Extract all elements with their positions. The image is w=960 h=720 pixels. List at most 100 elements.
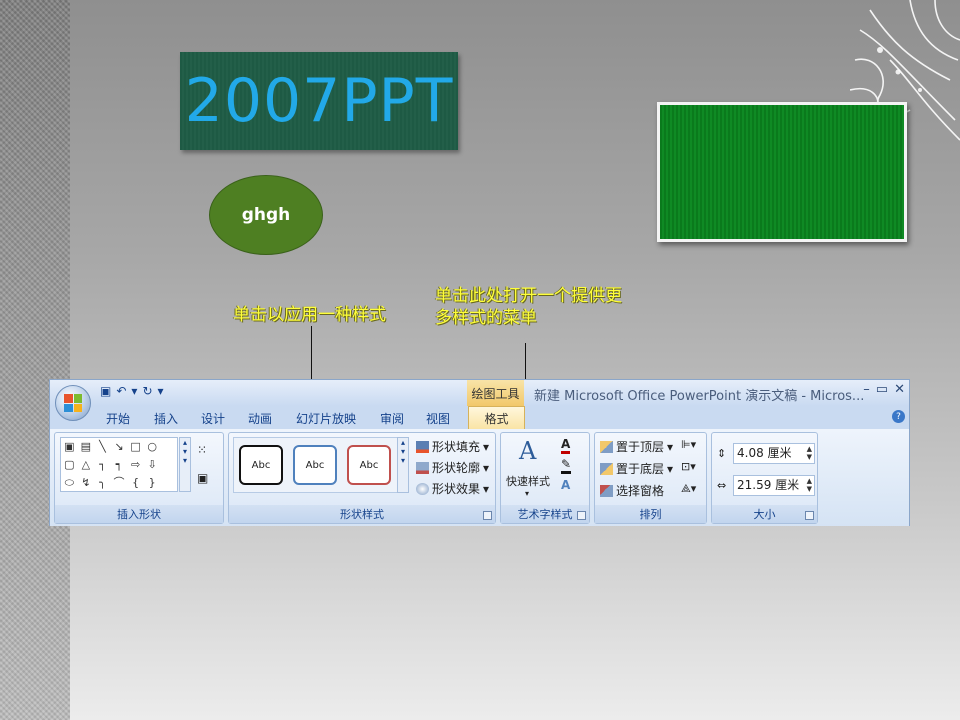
- help-icon[interactable]: ?: [892, 410, 905, 423]
- tab-view[interactable]: 视图: [426, 410, 450, 427]
- slide-left-texture: [0, 0, 70, 720]
- group-size: ⇕ 4.08 厘米 ▲ ▼ ⇔ 21.59 厘米 ▲ ▼ 大小: [711, 432, 818, 524]
- text-effects-icon[interactable]: A: [561, 478, 570, 492]
- quick-access-toolbar: ▣ ↶ ▾ ↻ ▾: [100, 384, 164, 398]
- chevron-down-icon: ▾: [483, 439, 490, 454]
- shape-item[interactable]: ┑: [111, 456, 128, 474]
- customize-qat-icon[interactable]: ▾: [158, 384, 164, 398]
- shape-item[interactable]: [160, 474, 177, 492]
- tab-format[interactable]: 格式: [468, 406, 525, 430]
- shape-item[interactable]: ⬭: [61, 474, 78, 492]
- shape-item[interactable]: ↯: [78, 474, 95, 492]
- shape-fill-label: 形状填充: [432, 440, 481, 454]
- group-label: 插入形状: [55, 505, 223, 523]
- text-outline-icon[interactable]: ✎: [561, 457, 572, 474]
- group-shape-styles: Abc Abc Abc ▴ ▾ ▾ 形状填充 ▾ 形状轮廓 ▾ 形状效果 ▾ 形状样式: [228, 432, 496, 524]
- dialog-launcher-icon[interactable]: [577, 511, 586, 520]
- green-rectangle-shape[interactable]: [657, 102, 907, 242]
- window-controls: – ▭ ✕: [863, 382, 905, 397]
- close-icon[interactable]: ✕: [894, 382, 905, 397]
- rotate-icon[interactable]: ⟁▾: [681, 482, 696, 496]
- send-to-back-label: 置于底层: [616, 462, 665, 476]
- bring-to-front-button[interactable]: 置于顶层 ▾: [600, 438, 673, 455]
- tab-insert[interactable]: 插入: [154, 410, 178, 427]
- shape-item[interactable]: [160, 456, 177, 474]
- tab-slideshow[interactable]: 幻灯片放映: [296, 410, 356, 427]
- tab-design[interactable]: 设计: [201, 410, 225, 427]
- shape-fill-button[interactable]: 形状填充 ▾: [416, 438, 489, 455]
- shape-item[interactable]: □: [127, 438, 144, 456]
- shape-effects-icon: [416, 482, 429, 495]
- chevron-down-icon[interactable]: ▾: [525, 489, 529, 498]
- textbox-icon[interactable]: ▣: [197, 471, 208, 485]
- shape-item[interactable]: ╮: [94, 474, 111, 492]
- shape-width-icon: ⇔: [717, 479, 727, 492]
- selection-pane-button[interactable]: 选择窗格: [600, 482, 664, 499]
- window-title: 新建 Microsoft Office PowerPoint 演示文稿 - Mi…: [534, 389, 865, 404]
- pen-outline-icon: [416, 461, 429, 474]
- tab-home[interactable]: 开始: [106, 410, 130, 427]
- group-objects-icon[interactable]: ⊡▾: [681, 460, 696, 473]
- shape-item[interactable]: ▣: [61, 438, 78, 456]
- spinner-icon[interactable]: ▲ ▼: [807, 477, 812, 493]
- shape-item[interactable]: ⇨: [127, 456, 144, 474]
- slide-title: 2007PPT: [184, 66, 454, 136]
- shapes-gallery[interactable]: ▣ ▤ ╲ ↘ □ ○ ▢ △ ┐ ┑ ⇨ ⇩ ⬭ ↯ ╮ ⌒ { }: [60, 437, 178, 492]
- send-back-icon: [600, 462, 613, 475]
- selection-pane-label: 选择窗格: [616, 484, 665, 498]
- shape-item[interactable]: {: [127, 474, 144, 492]
- shape-width-input[interactable]: 21.59 厘米 ▲ ▼: [733, 475, 815, 496]
- shape-item[interactable]: ○: [144, 438, 161, 456]
- group-insert-shapes: ▣ ▤ ╲ ↘ □ ○ ▢ △ ┐ ┑ ⇨ ⇩ ⬭ ↯ ╮ ⌒ { } ▴ ▾ …: [54, 432, 224, 524]
- shape-style-red[interactable]: Abc: [347, 445, 391, 485]
- shape-style-blue[interactable]: Abc: [293, 445, 337, 485]
- send-to-back-button[interactable]: 置于底层 ▾: [600, 460, 673, 477]
- shape-style-black[interactable]: Abc: [239, 445, 283, 485]
- chevron-down-icon: ▾: [667, 461, 674, 476]
- drawing-tools-context-tab: 绘图工具: [467, 380, 524, 406]
- minimize-icon[interactable]: –: [863, 382, 870, 397]
- shape-item[interactable]: ⌒: [111, 474, 128, 492]
- save-icon[interactable]: ▣: [100, 384, 111, 398]
- tab-animations[interactable]: 动画: [248, 410, 272, 427]
- shapes-gallery-scroll[interactable]: ▴ ▾ ▾: [179, 437, 191, 492]
- shape-item[interactable]: ▤: [78, 438, 95, 456]
- shape-height-input[interactable]: 4.08 厘米 ▲ ▼: [733, 443, 815, 464]
- bring-to-front-label: 置于顶层: [616, 440, 665, 454]
- oval-shape[interactable]: ghgh: [209, 175, 323, 255]
- quick-styles-button[interactable]: 快速样式: [506, 473, 550, 489]
- spinner-icon[interactable]: ▲ ▼: [807, 445, 812, 461]
- group-label: 艺术字样式: [501, 505, 589, 523]
- title-textbox[interactable]: 2007PPT: [180, 52, 458, 150]
- shape-item[interactable]: ▢: [61, 456, 78, 474]
- ribbon-body: ▣ ▤ ╲ ↘ □ ○ ▢ △ ┐ ┑ ⇨ ⇩ ⬭ ↯ ╮ ⌒ { } ▴ ▾ …: [50, 429, 909, 526]
- text-fill-icon[interactable]: A: [561, 437, 571, 454]
- shape-item[interactable]: }: [144, 474, 161, 492]
- shape-outline-button[interactable]: 形状轮廓 ▾: [416, 459, 489, 476]
- restore-icon[interactable]: ▭: [876, 382, 888, 397]
- group-label: 形状样式: [229, 505, 495, 523]
- edit-shape-icon[interactable]: ⁙: [197, 443, 207, 457]
- shape-item[interactable]: ┐: [94, 456, 111, 474]
- dialog-launcher-icon[interactable]: [805, 511, 814, 520]
- shape-item[interactable]: ⇩: [144, 456, 161, 474]
- dialog-launcher-icon[interactable]: [483, 511, 492, 520]
- wordart-a-icon[interactable]: A: [519, 437, 536, 465]
- shape-item[interactable]: ╲: [94, 438, 111, 456]
- tab-review[interactable]: 审阅: [380, 410, 404, 427]
- chevron-down-icon: ▾: [667, 439, 674, 454]
- shape-item[interactable]: ↘: [111, 438, 128, 456]
- shape-item[interactable]: △: [78, 456, 95, 474]
- redo-icon[interactable]: ↻: [142, 384, 152, 398]
- undo-icon[interactable]: ↶: [116, 384, 126, 398]
- shape-effects-button[interactable]: 形状效果 ▾: [416, 480, 489, 497]
- shape-width-value: 21.59 厘米: [737, 478, 800, 492]
- styles-gallery-scroll[interactable]: ▴ ▾ ▾: [397, 437, 409, 493]
- group-wordart-styles: A 快速样式 ▾ A ✎ A 艺术字样式: [500, 432, 590, 524]
- chevron-down-icon[interactable]: ▾: [131, 384, 137, 398]
- align-icon[interactable]: ⊫▾: [681, 438, 696, 451]
- group-arrange: 置于顶层 ▾ 置于底层 ▾ 选择窗格 ⊫▾ ⊡▾ ⟁▾ 排列: [594, 432, 707, 524]
- office-button[interactable]: [55, 385, 91, 421]
- shape-item[interactable]: [160, 438, 177, 456]
- ribbon-screenshot: ▣ ↶ ▾ ↻ ▾ 绘图工具 新建 Microsoft Office Power…: [49, 379, 910, 526]
